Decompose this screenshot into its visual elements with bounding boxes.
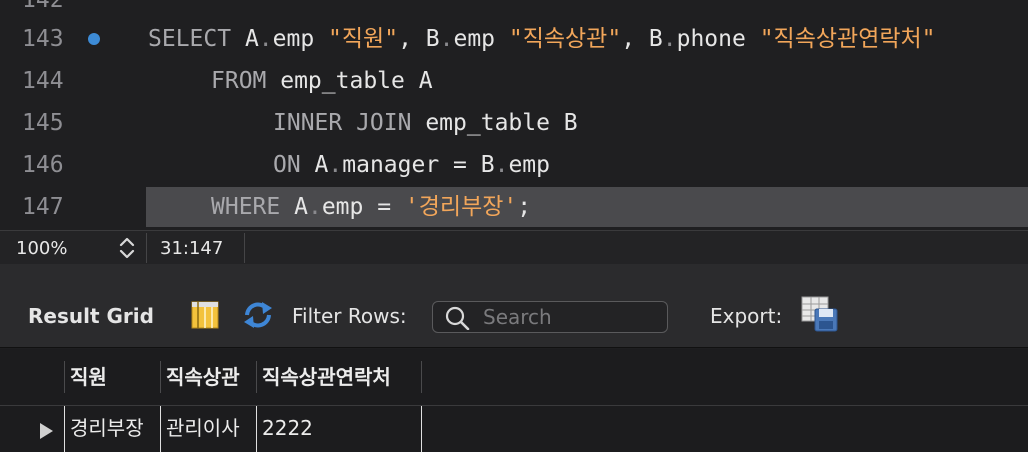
line-number: 144 — [22, 68, 64, 94]
divider — [244, 233, 245, 263]
code-token: , B — [398, 26, 440, 52]
sql-keyword: SELECT — [148, 26, 232, 52]
grid-header-row: 직원 직속상관 직속상관연락처 — [0, 357, 1028, 393]
string-literal: "직원" — [328, 26, 399, 52]
column-divider — [256, 406, 257, 452]
grid-view-icon[interactable] — [191, 300, 219, 334]
column-header[interactable]: 직원 — [64, 357, 160, 393]
code-text[interactable]: ON A.manager = B.emp — [273, 145, 550, 185]
code-text[interactable]: WHERE A.emp = '경리부장'; — [211, 187, 531, 227]
string-literal: "직속상관" — [508, 26, 622, 52]
code-line-143[interactable]: 143 SELECT A.emp "직원", B.emp "직속상관", B.p… — [0, 19, 1028, 59]
code-token: emp — [508, 152, 550, 178]
search-field[interactable] — [432, 301, 668, 333]
code-line-147[interactable]: 147 WHERE A.emp = '경리부장'; — [0, 187, 1028, 227]
sql-keyword: WHERE — [211, 194, 281, 220]
code-line-145[interactable]: 145 INNER JOIN emp_table B — [0, 103, 1028, 143]
table-cell[interactable]: 2222 — [256, 406, 422, 452]
sql-editor[interactable]: 142 143 SELECT A.emp "직원", B.emp "직속상관",… — [0, 0, 1028, 235]
table-cell[interactable]: 관리이사 — [160, 406, 256, 452]
code-token: A — [280, 194, 308, 220]
string-literal: '경리부장' — [404, 194, 518, 220]
code-line-146[interactable]: 146 ON A.manager = B.emp — [0, 145, 1028, 185]
code-token: . — [662, 26, 677, 52]
zoom-level[interactable]: 100% — [16, 238, 67, 259]
sql-keyword: INNER JOIN — [273, 110, 412, 136]
divider — [146, 233, 147, 263]
column-divider — [421, 361, 422, 393]
code-token: . — [307, 194, 322, 220]
code-token: A — [231, 26, 259, 52]
stepper-icon[interactable] — [117, 235, 137, 261]
code-token: . — [328, 152, 343, 178]
result-grid-label: Result Grid — [28, 304, 154, 328]
result-toolbar: Result Grid Filter Rows: Export: — [0, 264, 1028, 348]
column-divider — [64, 361, 65, 393]
code-text[interactable]: INNER JOIN emp_table B — [273, 103, 578, 143]
code-token: A — [300, 152, 329, 178]
cursor-position: 31:147 — [160, 238, 224, 259]
code-line-142[interactable]: 142 — [0, 0, 1028, 20]
column-divider — [421, 406, 422, 452]
code-token: emp = — [321, 194, 405, 220]
code-token: ; — [517, 194, 532, 220]
code-token: emp_table A — [266, 68, 433, 94]
code-token: . — [439, 26, 454, 52]
refresh-icon[interactable] — [241, 300, 275, 334]
line-number: 146 — [22, 152, 64, 178]
filter-rows-label: Filter Rows: — [292, 304, 407, 328]
code-text[interactable]: SELECT A.emp "직원", B.emp "직속상관", B.phone… — [148, 19, 936, 59]
code-token: . — [258, 26, 273, 52]
line-number: 145 — [22, 110, 64, 136]
column-divider — [160, 406, 161, 452]
result-grid[interactable]: 직원 직속상관 직속상관연락처 경리부장 관리이사 2222 — [0, 349, 1028, 452]
line-number: 147 — [22, 194, 64, 220]
editor-status-bar: 100% 31:147 — [0, 230, 1028, 264]
row-pointer-icon — [40, 423, 53, 439]
code-token: emp_table B — [411, 110, 578, 136]
sql-keyword: ON — [273, 152, 301, 178]
sql-keyword: FROM — [211, 68, 267, 94]
table-row[interactable]: 경리부장 관리이사 2222 — [0, 406, 1028, 452]
search-input[interactable] — [483, 305, 663, 329]
search-icon — [445, 306, 471, 334]
column-header[interactable]: 직속상관연락처 — [256, 357, 422, 393]
column-header[interactable]: 직속상관 — [160, 357, 256, 393]
code-token: manager = B — [342, 152, 495, 178]
code-token: emp — [272, 26, 329, 52]
table-cell[interactable]: 경리부장 — [64, 406, 160, 452]
code-line-144[interactable]: 144 FROM emp_table A — [0, 61, 1028, 101]
column-divider — [160, 361, 161, 393]
export-icon[interactable] — [801, 296, 839, 336]
column-divider — [64, 406, 65, 452]
code-token: emp — [453, 26, 509, 52]
code-token: , B — [621, 26, 663, 52]
export-label: Export: — [710, 304, 783, 328]
code-token: phone — [676, 26, 760, 52]
code-token: . — [494, 152, 509, 178]
breakpoint-marker-icon[interactable] — [88, 33, 100, 45]
code-text[interactable]: FROM emp_table A — [211, 61, 433, 101]
line-number: 143 — [22, 26, 64, 52]
line-number: 142 — [22, 0, 64, 13]
column-divider — [256, 361, 257, 393]
string-literal: "직속상관연락처" — [759, 26, 936, 52]
